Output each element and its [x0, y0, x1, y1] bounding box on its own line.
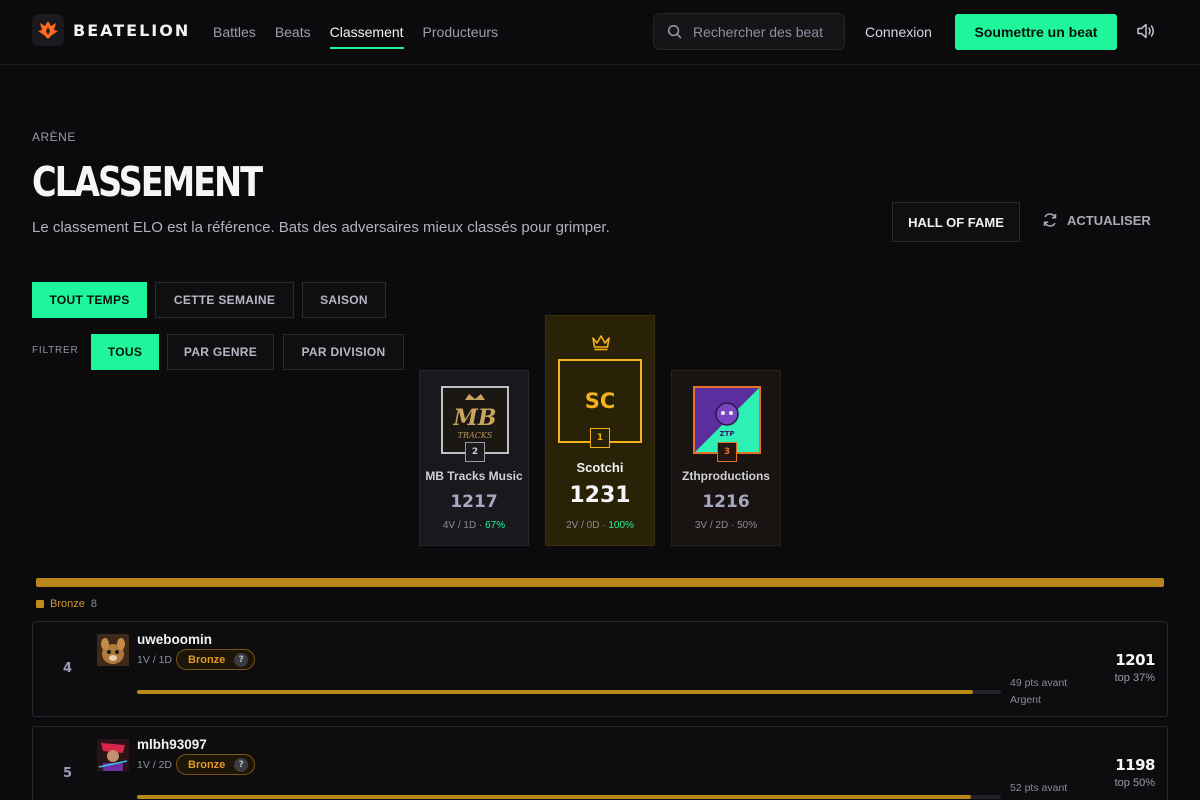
- period-this-week[interactable]: CETTE SEMAINE: [155, 282, 294, 318]
- division-count: 8: [90, 598, 97, 610]
- speaker-icon[interactable]: [1136, 22, 1156, 44]
- avatar-logo-subtext: TRACKS: [458, 431, 493, 440]
- podium-record: 3V / 2D · 50%: [672, 520, 780, 531]
- row-record: 1V / 1D: [137, 654, 173, 666]
- page-subtitle: Le classement ELO est la référence. Bats…: [32, 219, 610, 236]
- period-season[interactable]: SAISON: [302, 282, 386, 318]
- search-input[interactable]: [693, 23, 833, 40]
- division-badge-label: Bronze: [188, 653, 226, 666]
- podium-third[interactable]: ZTP 3 Zthproductions 1216 3V / 2D · 50%: [671, 370, 781, 546]
- leaderboard-row[interactable]: 5 mlbh93097 1V / 2D Bronze ? 52 pts avan…: [32, 726, 1168, 800]
- division-progress: [137, 690, 1001, 694]
- points-before-text: 49 pts avant: [1010, 677, 1068, 689]
- period-all-time[interactable]: TOUT TEMPS: [32, 282, 147, 318]
- avatar-logo-text: ZTP: [720, 430, 735, 438]
- division-progress-fill: [137, 795, 971, 799]
- points-before-text: 52 pts avant: [1010, 782, 1068, 794]
- podium-elo: 1231: [569, 483, 631, 508]
- refresh-label: ACTUALISER: [1067, 212, 1151, 228]
- submit-beat-button[interactable]: Soumettre un beat: [955, 14, 1117, 50]
- podium-record-text: 2V / 0D ·: [566, 520, 609, 531]
- nav-producteurs[interactable]: Producteurs: [423, 0, 498, 64]
- section-eyebrow: ARÈNE: [32, 130, 76, 144]
- podium-winrate: 67%: [485, 520, 506, 531]
- filter-by-division[interactable]: PAR DIVISION: [283, 334, 404, 370]
- crown-icon: [592, 335, 610, 351]
- refresh-icon: [1043, 213, 1057, 227]
- podium-name: Scotchi: [576, 460, 624, 475]
- avatar: [97, 634, 129, 666]
- division-color-swatch: [36, 600, 44, 608]
- division-badge: Bronze ?: [176, 754, 256, 775]
- help-icon[interactable]: ?: [234, 757, 249, 772]
- search-icon: [667, 24, 682, 39]
- podium-record: 4V / 1D · 67%: [420, 520, 528, 531]
- row-elo: 1201: [1115, 651, 1155, 669]
- podium-elo: 1216: [702, 492, 750, 512]
- avatar-logo-text: MB: [453, 405, 497, 431]
- brand-logo[interactable]: BEATELION: [32, 14, 190, 46]
- nav-battles[interactable]: Battles: [213, 0, 256, 64]
- podium-elo: 1217: [450, 492, 498, 512]
- filter-by-genre[interactable]: PAR GENRE: [167, 334, 274, 370]
- next-division-name: Argent: [1010, 694, 1041, 706]
- main-nav: Battles Beats Classement Producteurs: [213, 0, 498, 64]
- help-icon[interactable]: ?: [234, 652, 249, 667]
- podium-second[interactable]: MB TRACKS 2 MB Tracks Music 1217 4V / 1D…: [419, 370, 529, 546]
- podium-winrate: 100%: [608, 520, 634, 531]
- division-progress-fill: [137, 690, 974, 694]
- rank-tag: 3: [717, 442, 737, 462]
- row-rank: 5: [63, 766, 73, 781]
- filter-all[interactable]: TOUS: [91, 334, 159, 370]
- nav-beats[interactable]: Beats: [275, 0, 311, 64]
- flame-crest-icon: [32, 14, 64, 46]
- search-box[interactable]: [653, 13, 845, 50]
- podium-first[interactable]: SC 1 Scotchi 1231 2V / 0D · 100%: [545, 315, 655, 546]
- podium-record-text: 4V / 1D ·: [442, 520, 486, 531]
- podium-name: Zthproductions: [682, 469, 770, 483]
- avatar-initials: SC: [584, 389, 616, 413]
- top-navigation-bar: BEATELION Battles Beats Classement Produ…: [0, 0, 1200, 65]
- leaderboard-row[interactable]: 4 uweboomin 1V / 1D Bronze ? 49 pts avan…: [32, 621, 1168, 717]
- nav-classement[interactable]: Classement: [329, 0, 404, 64]
- points-to-next: 49 pts avant Argent: [1010, 675, 1067, 709]
- division-badge: Bronze ?: [176, 649, 256, 670]
- podium-name: MB Tracks Music: [425, 469, 523, 483]
- division-badge-label: Bronze: [188, 758, 226, 771]
- podium-record: 2V / 0D · 100%: [546, 520, 654, 531]
- refresh-button[interactable]: ACTUALISER: [1042, 212, 1151, 228]
- points-to-next: 52 pts avant: [1010, 780, 1067, 797]
- hall-of-fame-button[interactable]: HALL OF FAME: [892, 202, 1020, 242]
- row-top-percent: top 50%: [1114, 777, 1155, 789]
- filter-label: FILTRER: [32, 345, 79, 356]
- login-link[interactable]: Connexion: [865, 24, 932, 40]
- podium-winrate: 50%: [737, 520, 758, 531]
- rank-tag: 2: [465, 442, 485, 462]
- rank-tag: 1: [590, 428, 610, 448]
- division-label: Bronze 8: [36, 598, 97, 610]
- division-bar: [36, 578, 1164, 587]
- row-record: 1V / 2D: [137, 759, 173, 771]
- division-progress: [137, 795, 1001, 799]
- avatar: [97, 739, 129, 771]
- podium-record-text: 3V / 2D ·: [694, 520, 738, 531]
- row-rank: 4: [63, 661, 73, 676]
- row-elo: 1198: [1115, 756, 1155, 774]
- page-title: CLASSEMENT: [32, 158, 263, 206]
- row-top-percent: top 37%: [1114, 672, 1155, 684]
- brand-name: BEATELION: [73, 20, 191, 40]
- row-username[interactable]: uweboomin: [137, 632, 212, 647]
- division-name: Bronze: [50, 598, 85, 610]
- row-username[interactable]: mlbh93097: [137, 737, 207, 752]
